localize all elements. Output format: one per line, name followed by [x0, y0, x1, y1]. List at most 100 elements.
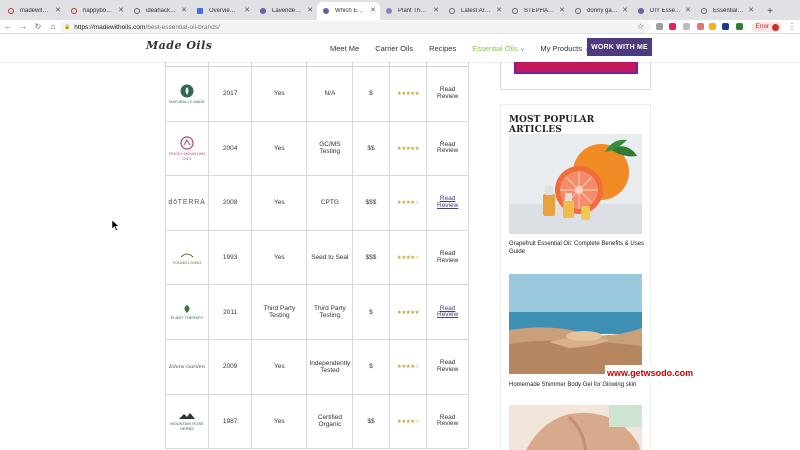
new-tab-icon[interactable]: +	[764, 2, 776, 20]
tab-close-icon[interactable]: ✕	[685, 7, 691, 14]
extension-icon[interactable]	[722, 23, 729, 30]
browser-tab[interactable]: Overview made ✕	[191, 2, 254, 20]
read-review-link[interactable]: Read Review	[436, 87, 460, 100]
browser-tab[interactable]: donny gambl ✕	[569, 2, 632, 20]
nav-item-label: Carrier Oils	[375, 43, 414, 53]
review-cell: Read Review	[426, 120, 469, 177]
tab-label: Plant Therapy	[398, 8, 429, 14]
tab-close-icon[interactable]: ✕	[622, 7, 628, 14]
extension-icon[interactable]	[736, 23, 743, 30]
table-row: PLANT THERAPY 2011 Third Party Testing Thir…	[165, 284, 469, 340]
tab-favicon-icon	[638, 8, 644, 14]
extension-icon[interactable]	[669, 23, 676, 30]
tab-close-icon[interactable]: ✕	[496, 7, 502, 14]
read-review-link[interactable]: Read Review	[436, 141, 460, 155]
nav-item[interactable]: Meet Me	[330, 44, 359, 53]
tab-favicon-icon	[260, 8, 266, 14]
rating-cell: ★★★★☆	[388, 393, 428, 450]
read-review-link[interactable]: Read Review	[436, 250, 460, 264]
star-rating-icon: ★★★★☆	[396, 418, 420, 425]
brand-name: PLANT THERAPY	[170, 315, 204, 321]
home-icon[interactable]: ⌂	[46, 20, 60, 34]
tab-close-icon[interactable]: ✕	[559, 7, 565, 14]
tab-label: DIY Essential C	[650, 8, 681, 14]
back-icon[interactable]: ←	[1, 20, 15, 34]
browser-tab[interactable]: ideahacks.com ✕	[128, 2, 191, 20]
price-cell: $	[352, 338, 390, 395]
testing-cell: Third Party Testing	[306, 284, 354, 340]
nav-item[interactable]: Recipes	[429, 44, 456, 53]
brand-name: Edens Garden	[169, 363, 205, 370]
read-review-link[interactable]: Read Review	[436, 305, 460, 319]
bookmark-star-icon[interactable]: ☆	[637, 22, 644, 31]
popular-articles-title: MOST POPULAR ARTICLES	[509, 115, 595, 135]
extension-icon[interactable]	[683, 23, 690, 30]
tab-close-icon[interactable]: ✕	[181, 7, 187, 14]
extension-icon[interactable]	[697, 23, 704, 30]
tab-favicon-icon	[8, 8, 14, 14]
avatar	[772, 23, 779, 31]
url-path: /best-essential-oil-brands/	[145, 23, 220, 31]
main-nav: Meet Me Carrier Oils Recipes Essential Oils…	[330, 34, 605, 62]
nav-item[interactable]: Essential Oils ∨	[472, 44, 524, 53]
rating-cell: ★★★★★	[388, 120, 428, 177]
testing-cell: Certified Organic	[306, 393, 354, 450]
testing-cell: Independently Tested	[306, 338, 354, 395]
tab-label: madewitholls.co	[20, 8, 51, 14]
watermark: www.getwsodo.com	[605, 365, 696, 381]
browser-tab[interactable]: DIY Essential C ✕	[632, 2, 695, 20]
tab-close-icon[interactable]: ✕	[244, 7, 250, 14]
price-cell: $$$	[352, 175, 390, 231]
article-image[interactable]	[509, 405, 642, 450]
tab-close-icon[interactable]: ✕	[118, 7, 124, 14]
address-bar[interactable]: 🔒 https://madewithoils.com/best-essentia…	[60, 21, 650, 33]
rating-cell: ★★★★★	[388, 284, 428, 340]
work-with-me-button[interactable]: WORK WITH ME	[587, 38, 652, 56]
reload-icon[interactable]: ↻	[31, 20, 45, 34]
browser-menu-icon[interactable]: ⋮	[788, 22, 796, 31]
extension-icon[interactable]	[656, 23, 663, 30]
tab-close-icon[interactable]: ✕	[55, 7, 61, 14]
brand-name: MOUNTAIN ROSE HERBS	[170, 420, 204, 431]
profile-error-badge[interactable]: Error	[751, 22, 782, 32]
site-header: Made Oils Meet Me Carrier Oils Recipes Esse…	[0, 34, 800, 62]
page-content: FOUNDEDSHAREDCERTIFIEDNATURALLY MADE2017…	[0, 62, 800, 450]
browser-tab[interactable]: happybodyform ✕	[65, 2, 128, 20]
tab-favicon-icon	[197, 8, 203, 14]
signup-banner[interactable]	[514, 62, 638, 74]
article-link[interactable]: Homemade Shimmer Body Gel for Glowing sk…	[509, 381, 647, 389]
tab-favicon-icon	[449, 8, 455, 14]
browser-tab[interactable]: Essential Oils C ✕	[695, 2, 758, 20]
forward-icon[interactable]: →	[16, 20, 30, 34]
read-review-link[interactable]: Read Review	[436, 360, 460, 373]
browser-tab[interactable]: madewitholls.co ✕	[2, 2, 65, 20]
sourcing-cell: Yes	[251, 175, 308, 231]
read-review-link[interactable]: Read Review	[436, 196, 460, 209]
shimmer-article-image[interactable]	[509, 274, 642, 374]
site-logo[interactable]: Made Oils	[146, 39, 212, 52]
tab-close-icon[interactable]: ✕	[748, 7, 754, 14]
article-link[interactable]: Grapefruit Essential Oil: Complete Benef…	[509, 240, 647, 256]
lock-icon: 🔒	[64, 24, 71, 30]
table-row: YOUNG LIVING 1993 Yes Seed to Seal $$$ ★★★★☆ R…	[165, 229, 469, 286]
tab-favicon-icon	[386, 8, 392, 14]
tab-close-icon[interactable]: ✕	[370, 7, 376, 14]
review-cell: Read Review	[426, 175, 469, 231]
browser-tab[interactable]: Plant Therapy ✕	[380, 2, 443, 20]
founded-year: 1987	[207, 393, 253, 450]
read-review-link[interactable]: Read Review	[436, 414, 460, 428]
extension-icon[interactable]	[709, 23, 716, 30]
browser-tab[interactable]: Latest Articles ✕	[443, 2, 506, 20]
tab-close-icon[interactable]: ✕	[433, 7, 439, 14]
nav-item[interactable]: My Products∨	[540, 44, 588, 53]
browser-tab[interactable]: STEPHANIE EC ✕	[506, 2, 569, 20]
review-cell: Read Review	[426, 393, 469, 450]
nav-item-label: Essential Oils	[472, 43, 518, 53]
sourcing-cell: Third Party Testing	[251, 284, 308, 340]
nav-item[interactable]: Carrier Oils	[375, 44, 413, 53]
tab-favicon-icon	[575, 8, 581, 14]
browser-tab[interactable]: Which Essenti ✕	[317, 2, 380, 20]
tab-close-icon[interactable]: ✕	[307, 7, 313, 14]
grapefruit-article-image[interactable]	[509, 134, 642, 234]
browser-tab[interactable]: Lavender Esse ✕	[254, 2, 317, 20]
